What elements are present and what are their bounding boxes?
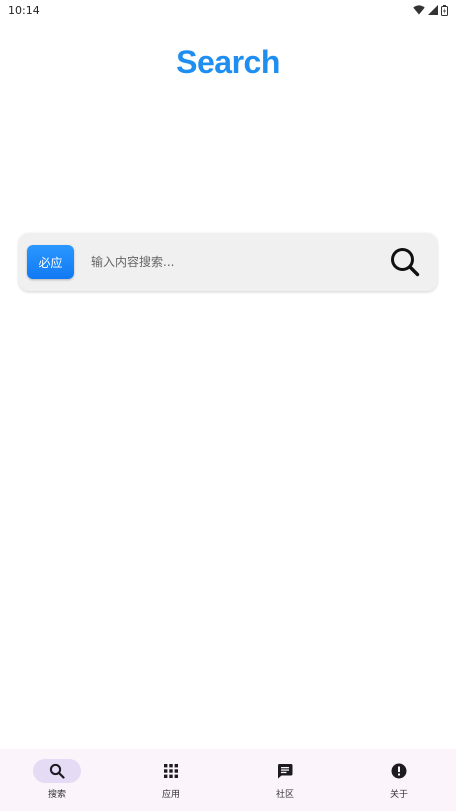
nav-label: 搜索 xyxy=(47,790,66,800)
nav-label: 应用 xyxy=(161,790,180,800)
battery-icon xyxy=(441,4,448,16)
search-icon xyxy=(391,248,420,277)
status-bar: 10:14 xyxy=(0,0,456,20)
search-submit-button[interactable] xyxy=(387,244,423,280)
nav-item-community[interactable]: 社区 xyxy=(228,749,342,800)
info-alert-icon xyxy=(391,763,407,779)
search-bar: 必应 xyxy=(19,233,437,291)
apps-grid-icon xyxy=(164,764,178,778)
bottom-nav: 搜索 应用 社区 关于 xyxy=(0,749,456,811)
wifi-icon xyxy=(413,5,425,15)
app-logo: Search xyxy=(176,44,280,80)
cell-signal-icon xyxy=(428,5,438,15)
nav-item-apps[interactable]: 应用 xyxy=(114,749,228,800)
nav-label: 关于 xyxy=(389,790,408,800)
nav-label: 社区 xyxy=(275,790,294,800)
status-icons xyxy=(413,4,448,16)
search-icon xyxy=(49,763,65,779)
status-time: 10:14 xyxy=(8,3,40,17)
search-engine-button[interactable]: 必应 xyxy=(27,245,74,279)
screen: 10:14 Search 必应 输入内容搜索... 搜索 应用 社区 关于 xyxy=(0,0,456,811)
nav-item-about[interactable]: 关于 xyxy=(342,749,456,800)
nav-active-indicator xyxy=(33,759,81,783)
chat-icon xyxy=(277,764,293,779)
search-input[interactable] xyxy=(89,244,387,280)
nav-item-search[interactable]: 搜索 xyxy=(0,749,114,800)
